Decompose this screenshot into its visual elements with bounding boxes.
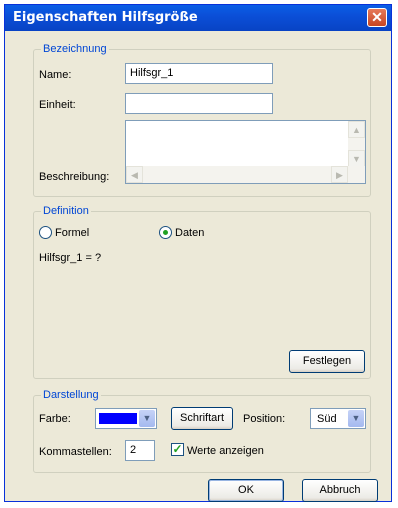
dialog-window: Eigenschaften Hilfsgröße ✕ Bezeichnung N… [4,4,392,502]
scroll-right-icon[interactable]: ▶ [331,166,348,183]
definition-expression: Hilfsgr_1 = ? [39,252,102,264]
legend-darstellung: Darstellung [41,389,101,401]
farbe-select[interactable]: ▼ [95,408,157,429]
kommastellen-label: Kommastellen: [39,446,112,458]
name-label: Name: [39,69,72,81]
chevron-down-icon[interactable]: ▼ [348,410,364,427]
legend-definition: Definition [41,205,91,217]
scroll-down-icon[interactable]: ▼ [348,150,365,167]
abbruch-button[interactable]: Abbruch [302,479,378,502]
werte-anzeigen-label[interactable]: Werte anzeigen [187,445,264,457]
vertical-scrollbar[interactable]: ▲ ▼ [348,121,365,167]
radio-selected-dot [163,230,168,235]
festlegen-button[interactable]: Festlegen [289,350,365,373]
chevron-down-icon[interactable]: ▼ [139,410,155,427]
schriftart-button[interactable]: Schriftart [171,407,233,430]
scroll-up-icon[interactable]: ▲ [348,121,365,138]
werte-anzeigen-checkbox[interactable]: ✓ [171,443,184,456]
scroll-left-icon[interactable]: ◀ [126,166,143,183]
farbe-label: Farbe: [39,413,71,425]
radio-daten-label[interactable]: Daten [175,227,204,239]
close-icon[interactable]: ✕ [367,8,387,27]
beschreibung-field[interactable]: ▲ ▼ ◀ ▶ [125,120,366,184]
position-value: Süd [317,413,337,425]
radio-formel-label[interactable]: Formel [55,227,89,239]
window-title: Eigenschaften Hilfsgröße [13,10,198,25]
title-bar[interactable]: Eigenschaften Hilfsgröße ✕ [5,5,391,31]
horizontal-scrollbar[interactable]: ◀ ▶ [126,166,365,183]
kommastellen-field[interactable]: 2 [125,440,155,461]
radio-daten[interactable] [159,226,172,239]
name-field[interactable]: Hilfsgr_1 [125,63,273,84]
legend-bezeichnung: Bezeichnung [41,43,109,55]
ok-button[interactable]: OK [208,479,284,502]
farbe-swatch [99,413,137,424]
position-select[interactable]: Süd ▼ [310,408,366,429]
position-label: Position: [243,413,286,425]
radio-formel[interactable] [39,226,52,239]
einheit-label: Einheit: [39,99,76,111]
beschreibung-label: Beschreibung: [39,171,110,183]
einheit-field[interactable] [125,93,273,114]
